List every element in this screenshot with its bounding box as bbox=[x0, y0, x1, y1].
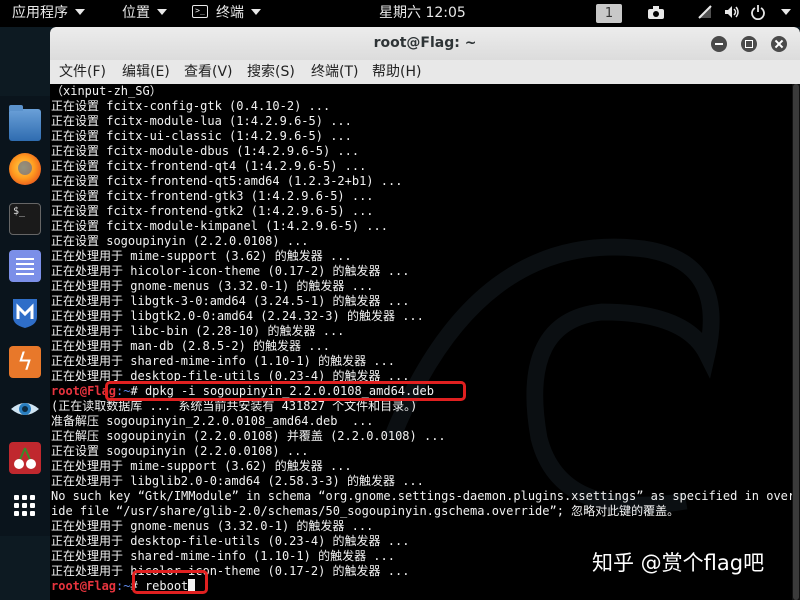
output-line: 正在设置 sogoupinyin (2.2.0.0108) ... bbox=[51, 444, 309, 458]
applications-menu-label: 应用程序 bbox=[12, 5, 68, 21]
output-line: 正在处理用于 libgtk-3-0:amd64 (3.24.5-1) 的触发器 … bbox=[51, 294, 410, 308]
menu-search[interactable]: 搜索(S) bbox=[247, 60, 295, 84]
output-line: （xinput-zh_SG） bbox=[51, 84, 162, 98]
metasploit-icon[interactable] bbox=[9, 297, 41, 329]
applications-menu[interactable]: 应用程序 bbox=[12, 0, 85, 27]
terminal-icon-glyph: $_ bbox=[13, 206, 26, 217]
terminal-icon: >_ bbox=[192, 4, 208, 18]
system-menu[interactable] bbox=[774, 0, 791, 27]
terminal-app-menu-label: 终端 bbox=[216, 5, 244, 21]
maximize-button[interactable] bbox=[741, 36, 757, 52]
window-title: root@Flag: ~ bbox=[373, 35, 477, 51]
clock-label: 星期六 12:05 bbox=[379, 5, 466, 21]
menubar: 文件(F) 编辑(E) 查看(V) 搜索(S) 终端(T) 帮助(H) bbox=[50, 60, 800, 84]
places-menu[interactable]: 位置 bbox=[122, 0, 167, 27]
places-menu-label: 位置 bbox=[122, 5, 150, 21]
output-line: 正在设置 sogoupinyin (2.2.0.0108) ... bbox=[51, 234, 309, 248]
output-line: 正在处理用于 libgtk2.0-0:amd64 (2.24.32-3) 的触发… bbox=[51, 309, 424, 323]
files-icon[interactable] bbox=[9, 105, 41, 141]
cherrytree-icon[interactable] bbox=[9, 442, 41, 474]
output-line: 正在设置 fcitx-frontend-gtk3 (1:4.2.9.6-5) .… bbox=[51, 189, 374, 203]
burpsuite-icon[interactable] bbox=[9, 346, 41, 378]
firefox-icon[interactable] bbox=[9, 153, 41, 185]
output-line: 正在设置 fcitx-module-dbus (1:4.2.9.6-5) ... bbox=[51, 144, 360, 158]
output-line: 正在解压 sogoupinyin (2.2.0.0108) 并覆盖 (2.2.0… bbox=[51, 429, 446, 443]
terminal-window: root@Flag: ~ 文件(F) 编辑(E) 查看(V) 搜索(S) 终端(… bbox=[50, 27, 800, 600]
volume-icon[interactable] bbox=[722, 4, 742, 23]
output-line: 正在处理用于 mime-support (3.62) 的触发器 ... bbox=[51, 249, 352, 263]
terminal-lines: （xinput-zh_SG） 正在设置 fcitx-config-gtk (0.4… bbox=[51, 84, 800, 594]
top-panel: 应用程序 位置 >_ 终端 星期六 12:05 1 bbox=[0, 0, 800, 27]
output-line: 正在处理用于 mime-support (3.62) 的触发器 ... bbox=[51, 459, 352, 473]
menu-edit[interactable]: 编辑(E) bbox=[122, 60, 170, 84]
output-line: 正在设置 fcitx-config-gtk (0.4.10-2) ... bbox=[51, 99, 331, 113]
output-line: 正在设置 fcitx-module-kimpanel (1:4.2.9.6-5)… bbox=[51, 219, 388, 233]
output-line: (正在读取数据库 ... 系统当前共安装有 431827 个文件和目录。) bbox=[51, 399, 418, 413]
power-icon[interactable] bbox=[748, 4, 768, 23]
output-line: 正在设置 fcitx-frontend-qt4 (1:4.2.9.6-5) ..… bbox=[51, 159, 367, 173]
output-line: No such key “Gtk/IMModule” in schema “or… bbox=[51, 489, 800, 503]
chevron-down-icon bbox=[75, 9, 85, 15]
output-line: 准备解压 sogoupinyin_2.2.0.0108_amd64.deb ..… bbox=[51, 414, 374, 428]
output-line: 正在处理用于 gnome-menus (3.32.0-1) 的触发器 ... bbox=[51, 279, 374, 293]
clock[interactable]: 星期六 12:05 bbox=[379, 0, 466, 27]
terminal-app-menu[interactable]: >_ 终端 bbox=[192, 0, 261, 27]
terminal-icon[interactable]: $_ bbox=[9, 203, 41, 235]
close-button[interactable] bbox=[771, 36, 787, 52]
output-line: 正在处理用于 shared-mime-info (1.10-1) 的触发器 ..… bbox=[51, 354, 395, 368]
terminal-scrollbar[interactable] bbox=[792, 84, 800, 600]
output-line: 正在处理用于 gnome-menus (3.32.0-1) 的触发器 ... bbox=[51, 519, 374, 533]
zhihu-watermark: 知乎 @赏个flag吧 bbox=[592, 551, 765, 575]
camera-icon[interactable] bbox=[646, 4, 666, 23]
prompt-user: root@Flag bbox=[51, 579, 117, 593]
chevron-down-icon bbox=[781, 9, 791, 15]
dock: $_ bbox=[0, 96, 50, 536]
menu-view[interactable]: 查看(V) bbox=[184, 60, 233, 84]
output-line: 正在处理用于 man-db (2.8.5-2) 的触发器 ... bbox=[51, 339, 330, 353]
highlight-box-dpkg-command bbox=[105, 381, 466, 401]
chevron-down-icon bbox=[251, 9, 261, 15]
network-icon[interactable] bbox=[696, 4, 714, 23]
prompt-path: :~ bbox=[116, 579, 131, 593]
terminal-output[interactable]: （xinput-zh_SG） 正在设置 fcitx-config-gtk (0.4… bbox=[50, 84, 800, 600]
output-line: 正在设置 fcitx-module-lua (1:4.2.9.6-5) ... bbox=[51, 114, 352, 128]
output-line: 正在处理用于 libc-bin (2.28-10) 的触发器 ... bbox=[51, 324, 345, 338]
chevron-down-icon bbox=[157, 9, 167, 15]
output-line: 正在设置 fcitx-frontend-gtk2 (1:4.2.9.6-5) .… bbox=[51, 204, 374, 218]
workspace-indicator[interactable]: 1 bbox=[596, 4, 622, 23]
output-line: 正在处理用于 hicolor-icon-theme (0.17-2) 的触发器 … bbox=[51, 264, 410, 278]
menu-file[interactable]: 文件(F) bbox=[59, 60, 106, 84]
output-line: 正在设置 fcitx-ui-classic (1:4.2.9.6-5) ... bbox=[51, 129, 352, 143]
output-line: 正在设置 fcitx-frontend-qt5:amd64 (1.2.3-2+b… bbox=[51, 174, 403, 188]
show-apps-icon[interactable] bbox=[9, 490, 41, 522]
output-line: 正在处理用于 libglib2.0-0:amd64 (2.58.3-3) 的触发… bbox=[51, 474, 424, 488]
window-titlebar[interactable]: root@Flag: ~ bbox=[50, 27, 800, 61]
minimize-button[interactable] bbox=[711, 36, 727, 52]
text-editor-icon[interactable] bbox=[9, 250, 41, 282]
menu-help[interactable]: 帮助(H) bbox=[372, 60, 421, 84]
scrollbar-thumb[interactable] bbox=[793, 84, 799, 600]
menu-terminal[interactable]: 终端(T) bbox=[311, 60, 358, 84]
output-line: ide file “/usr/share/glib-2.0/schemas/50… bbox=[51, 504, 680, 518]
eye-icon[interactable] bbox=[9, 393, 41, 425]
highlight-box-reboot-command bbox=[132, 570, 208, 594]
